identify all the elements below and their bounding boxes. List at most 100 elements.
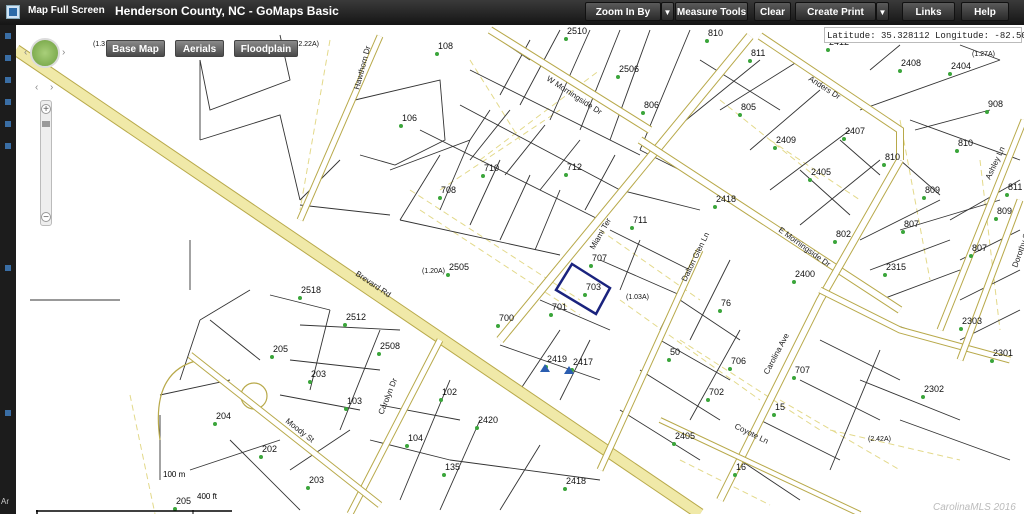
pan-right-icon[interactable]: › xyxy=(62,48,65,58)
print-dropdown-icon[interactable]: ▼ xyxy=(876,2,889,21)
parcel-label: 205 xyxy=(176,496,191,506)
parcel-label: 204 xyxy=(216,411,231,421)
map-canvas[interactable]: 108 2510 810 811 2412 2408 2404 2506 806… xyxy=(16,25,1024,514)
acreage-label: (1.20A) xyxy=(422,268,445,275)
left-strip-text: Ar xyxy=(1,497,9,506)
panel-toggle-icon[interactable] xyxy=(5,99,11,105)
zoom-in-by-box-button[interactable]: Zoom In By Box xyxy=(585,2,661,37)
measure-tools-button[interactable]: Measure Tools xyxy=(675,2,748,21)
lot-point xyxy=(738,113,742,117)
panel-toggle-icon[interactable] xyxy=(5,33,11,39)
aerials-button[interactable]: Aerials xyxy=(175,40,224,57)
lot-point xyxy=(772,413,776,417)
lot-point xyxy=(733,473,737,477)
lot-point xyxy=(672,442,676,446)
parcel-label: 700 xyxy=(499,313,514,323)
base-map-button[interactable]: Base Map xyxy=(106,40,165,57)
parcel-label: 2506 xyxy=(619,64,639,74)
lot-point xyxy=(564,37,568,41)
lot-point xyxy=(901,230,905,234)
panel-toggle-icon[interactable] xyxy=(5,77,11,83)
lot-point xyxy=(306,486,310,490)
parcel-label: 104 xyxy=(408,433,423,443)
parcel-label: 50 xyxy=(670,347,680,357)
lot-point xyxy=(298,296,302,300)
lot-point xyxy=(826,48,830,52)
lot-point xyxy=(706,398,710,402)
parcel-label: 203 xyxy=(309,475,324,485)
parcel-label: 15 xyxy=(775,402,785,412)
lot-point xyxy=(718,309,722,313)
parcel-label: 2510 xyxy=(567,26,587,36)
lot-point xyxy=(564,173,568,177)
lot-point xyxy=(842,137,846,141)
scale-label-imperial: 400 ft xyxy=(197,492,218,501)
parcel-label: 809 xyxy=(925,185,940,195)
zoom-out-button[interactable]: − xyxy=(41,212,51,223)
parcel-label: 102 xyxy=(442,387,457,397)
zoom-slider-thumb[interactable] xyxy=(42,121,50,127)
zoom-in-button[interactable]: + xyxy=(41,104,51,115)
help-button[interactable]: Help xyxy=(961,2,1009,21)
lot-point xyxy=(833,240,837,244)
parcel-label: 76 xyxy=(721,298,731,308)
parcel-label: 707 xyxy=(795,365,810,375)
lot-point xyxy=(270,355,274,359)
parcel-label: 16 xyxy=(736,462,746,472)
rotate-left-icon[interactable]: ‹ xyxy=(35,83,38,93)
parcel-label: 712 xyxy=(567,162,582,172)
lot-point xyxy=(475,426,479,430)
parcel-label: 2301 xyxy=(993,348,1013,358)
lot-point xyxy=(969,254,973,258)
parcel-label: 2418 xyxy=(716,194,736,204)
parcel-label: 806 xyxy=(644,100,659,110)
lot-point xyxy=(792,280,796,284)
zoom-dropdown-icon[interactable]: ▼ xyxy=(661,2,674,21)
lot-point xyxy=(773,146,777,150)
map-full-screen-button[interactable]: Map Full Screen xyxy=(28,5,105,16)
map-svg: 108 2510 810 811 2412 2408 2404 2506 806… xyxy=(16,25,1024,514)
parcel-label: 2418 xyxy=(566,476,586,486)
parcel-label: 2417 xyxy=(573,357,593,367)
parcel-label: 811 xyxy=(751,48,765,58)
panel-toggle-icon[interactable] xyxy=(5,121,11,127)
create-print-map-button[interactable]: Create Print Map xyxy=(795,2,876,37)
parcel-label: 702 xyxy=(709,387,724,397)
parcel-label: 205 xyxy=(273,344,288,354)
lot-point xyxy=(308,380,312,384)
lot-point xyxy=(792,376,796,380)
lot-point xyxy=(438,196,442,200)
zoom-slider[interactable] xyxy=(40,100,52,226)
parcel-label: 2419 xyxy=(547,354,567,364)
rotate-right-icon[interactable]: › xyxy=(50,83,53,93)
lot-point xyxy=(616,75,620,79)
panel-toggle-icon[interactable] xyxy=(5,410,11,416)
pan-left-icon[interactable]: ‹ xyxy=(24,48,27,58)
lot-point xyxy=(1005,193,1009,197)
lot-point xyxy=(442,473,446,477)
parcel-label: 2303 xyxy=(962,316,982,326)
lot-point xyxy=(641,111,645,115)
panel-toggle-icon[interactable] xyxy=(5,143,11,149)
fullscreen-icon[interactable] xyxy=(6,5,20,19)
lot-point xyxy=(882,163,886,167)
panel-toggle-icon[interactable] xyxy=(5,265,11,271)
pan-compass-icon[interactable] xyxy=(30,38,60,68)
lot-point xyxy=(344,407,348,411)
svg-text:(1.3: (1.3 xyxy=(93,41,105,48)
acreage-label: (1.27A) xyxy=(972,51,995,58)
clear-button[interactable]: Clear xyxy=(754,2,791,21)
lot-point xyxy=(728,367,732,371)
parcel-label: 2302 xyxy=(924,384,944,394)
links-button[interactable]: Links xyxy=(902,2,955,21)
floodplain-button[interactable]: Floodplain xyxy=(234,40,298,57)
watermark: CarolinaMLS 2016 xyxy=(933,502,1016,513)
scale-bar xyxy=(36,510,232,514)
parcel-label: 708 xyxy=(441,185,456,195)
lot-point xyxy=(921,395,925,399)
panel-toggle-icon[interactable] xyxy=(5,55,11,61)
acreage-label: (2.22A) xyxy=(296,41,319,48)
lot-point xyxy=(481,174,485,178)
app-title: Henderson County, NC - GoMaps Basic xyxy=(115,4,339,18)
parcel-label: 710 xyxy=(484,163,499,173)
